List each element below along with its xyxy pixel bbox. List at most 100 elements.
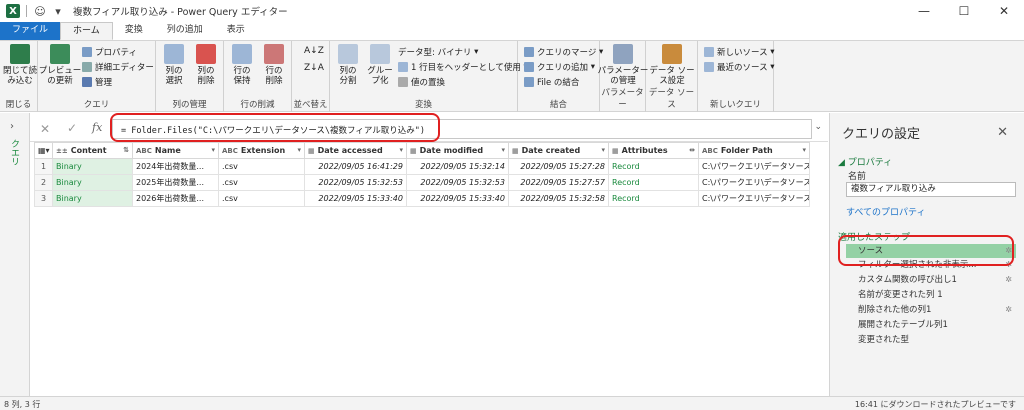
close-load-icon xyxy=(10,44,30,64)
highlight-source-step-callout xyxy=(838,235,1014,266)
remove-rows-icon xyxy=(264,44,284,64)
refresh-icon xyxy=(50,44,70,64)
manage-button[interactable]: 管理 xyxy=(82,76,112,88)
split-column-button[interactable]: 列の 分割 xyxy=(334,44,362,86)
filter-dropdown-icon[interactable]: ▾ xyxy=(297,146,301,154)
column-header[interactable]: ▦ Date modified ▾ xyxy=(406,142,509,159)
step-item[interactable]: カスタム関数の呼び出し1 ✲ xyxy=(846,273,1016,287)
remove-columns-button[interactable]: 列の 削除 xyxy=(192,44,220,86)
expand-column-icon[interactable]: ⇹ xyxy=(689,146,695,154)
group-parameters: パラメーター の管理 パラメーター xyxy=(598,41,648,112)
group-by-icon xyxy=(370,44,390,64)
choose-columns-button[interactable]: 列の 選択 xyxy=(160,44,188,86)
data-source-settings-button[interactable]: データ ソー ス設定 xyxy=(649,44,695,86)
quick-access-dropdown-icon[interactable]: ▾ xyxy=(51,4,65,18)
smiley-feedback-icon[interactable]: ☺ xyxy=(33,4,47,18)
divider xyxy=(26,5,27,17)
excel-logo-icon: X xyxy=(6,4,20,18)
maximize-button[interactable]: ☐ xyxy=(944,0,984,22)
data-source-gear-icon xyxy=(662,44,682,64)
table-row[interactable]: 1 Binary 2024年出荷数量... .csv 2022/09/05 16… xyxy=(34,158,810,175)
step-item[interactable]: 名前が変更された列 1 xyxy=(846,288,1016,302)
filter-dropdown-icon[interactable]: ⇅ xyxy=(123,146,129,154)
sort-descending-button[interactable]: Z↓A xyxy=(304,63,324,73)
tab-add-column[interactable]: 列の追加 xyxy=(155,22,215,40)
manage-parameters-button[interactable]: パラメーター の管理 xyxy=(598,44,648,86)
column-header[interactable]: ABC Name ▾ xyxy=(132,142,219,159)
keep-rows-button[interactable]: 行の 保持 xyxy=(228,44,256,86)
filter-dropdown-icon[interactable]: ▾ xyxy=(399,146,403,154)
tab-home[interactable]: ホーム xyxy=(60,22,113,40)
column-header[interactable]: ±± Content ⇅ xyxy=(52,142,133,159)
close-and-load-button[interactable]: 閉じて読 み込む xyxy=(3,44,37,86)
data-type-dropdown[interactable]: データ型: バイナリ ▾ xyxy=(398,46,478,58)
ribbon-tabs: ファイル ホーム 変換 列の追加 表示 xyxy=(0,22,1024,40)
group-by-button[interactable]: グルー プ化 xyxy=(366,44,394,86)
column-header[interactable]: ▦ Date created ▾ xyxy=(508,142,609,159)
tab-transform[interactable]: 変換 xyxy=(113,22,155,40)
tab-file[interactable]: ファイル xyxy=(0,22,61,40)
row-column-count: 8 列, 3 行 xyxy=(4,400,41,409)
remove-rows-button[interactable]: 行の 削除 xyxy=(260,44,288,86)
properties-button[interactable]: プロパティ xyxy=(82,46,137,58)
merge-queries-button[interactable]: クエリのマージ ▾ xyxy=(524,46,603,58)
new-source-button[interactable]: 新しいソース ▾ xyxy=(704,46,775,58)
column-header[interactable]: ▦ Date accessed ▾ xyxy=(304,142,407,159)
combine-files-button[interactable]: File の結合 xyxy=(524,76,579,88)
step-settings-gear-icon[interactable]: ✲ xyxy=(1005,303,1012,317)
tab-view[interactable]: 表示 xyxy=(215,22,257,40)
queries-pane-collapsed[interactable]: › クエリ xyxy=(0,113,30,396)
expand-queries-chevron-icon[interactable]: › xyxy=(10,121,14,132)
group-transform: 列の 分割 グルー プ化 データ型: バイナリ ▾ 1 行目をヘッダーとして使用… xyxy=(330,41,528,112)
query-name-input[interactable]: 複数フィアル取り込み xyxy=(846,182,1016,197)
headers-icon xyxy=(398,62,408,72)
replace-icon xyxy=(398,77,408,87)
refresh-preview-button[interactable]: プレビュー の更新 xyxy=(39,44,81,86)
step-item[interactable]: 変更された型 xyxy=(846,333,1016,347)
column-header[interactable]: ▦ Attributes ⇹ xyxy=(608,142,699,159)
properties-section-header[interactable]: ◢ プロパティ xyxy=(838,155,892,168)
sort-ascending-button[interactable]: A↓Z xyxy=(304,46,324,56)
header-row: ▦▾ ±± Content ⇅ ABC Name ▾ ABC Extension ▾ ▦ Da… xyxy=(34,142,810,159)
ribbon: 閉じて読 み込む 閉じる プレビュー の更新 プロパティ 詳細エディター 管理 … xyxy=(0,40,1024,112)
filter-dropdown-icon[interactable]: ▾ xyxy=(211,146,215,154)
use-first-row-as-headers-button[interactable]: 1 行目をヘッダーとして使用 ▾ xyxy=(398,61,528,73)
close-settings-icon[interactable]: ✕ xyxy=(997,125,1008,140)
step-item[interactable]: 展開されたテーブル列1 xyxy=(846,318,1016,332)
append-icon xyxy=(524,62,534,72)
expand-formula-chevron-icon[interactable]: ⌄ xyxy=(814,122,822,132)
column-header[interactable]: ABC Folder Path ▾ xyxy=(698,142,810,159)
table-row[interactable]: 2 Binary 2025年出荷数量... .csv 2022/09/05 15… xyxy=(34,174,810,191)
remove-columns-icon xyxy=(196,44,216,64)
new-source-icon xyxy=(704,47,714,57)
commit-formula-icon[interactable]: ✓ xyxy=(67,121,77,135)
window-title: 複数フィアル取り込み - Power Query エディター xyxy=(73,7,288,18)
table-menu-icon[interactable]: ▦▾ xyxy=(34,142,53,159)
queries-label: クエリ xyxy=(9,139,19,166)
recent-sources-icon xyxy=(704,62,714,72)
filter-dropdown-icon[interactable]: ▾ xyxy=(501,146,505,154)
step-settings-gear-icon[interactable]: ✲ xyxy=(1005,273,1012,287)
replace-values-button[interactable]: 値の置換 xyxy=(398,76,445,88)
name-label: 名前 xyxy=(848,172,867,182)
table-row[interactable]: 3 Binary 2026年出荷数量... .csv 2022/09/05 15… xyxy=(34,190,810,207)
step-item[interactable]: 削除された他の列1 ✲ xyxy=(846,303,1016,317)
filter-dropdown-icon[interactable]: ▾ xyxy=(601,146,605,154)
title-bar: X ☺ ▾ 複数フィアル取り込み - Power Query エディター — ☐… xyxy=(0,0,1024,22)
column-header[interactable]: ABC Extension ▾ xyxy=(218,142,305,159)
highlight-formula-callout xyxy=(110,113,440,142)
all-properties-link[interactable]: すべてのプロパティ xyxy=(846,205,925,218)
status-bar: 8 列, 3 行 16:41 にダウンロードされたプレビューです xyxy=(0,396,1024,410)
cancel-formula-icon[interactable]: ✕ xyxy=(40,122,50,136)
group-combine: クエリのマージ ▾ クエリの追加 ▾ File の結合 結合 xyxy=(518,41,603,112)
choose-columns-icon xyxy=(164,44,184,64)
group-new-query: 新しいソース ▾ 最近のソース ▾ 新しいクエリ xyxy=(698,41,775,112)
append-queries-button[interactable]: クエリの追加 ▾ xyxy=(524,61,595,73)
filter-dropdown-icon[interactable]: ▾ xyxy=(802,146,806,154)
recent-sources-button[interactable]: 最近のソース ▾ xyxy=(704,61,775,73)
minimize-button[interactable]: — xyxy=(904,0,944,22)
group-manage-columns: 列の 選択 列の 削除 列の管理 xyxy=(156,41,224,112)
preview-timestamp: 16:41 にダウンロードされたプレビューです xyxy=(854,400,1016,409)
close-window-button[interactable]: ✕ xyxy=(984,0,1024,22)
advanced-editor-button[interactable]: 詳細エディター xyxy=(82,61,154,73)
